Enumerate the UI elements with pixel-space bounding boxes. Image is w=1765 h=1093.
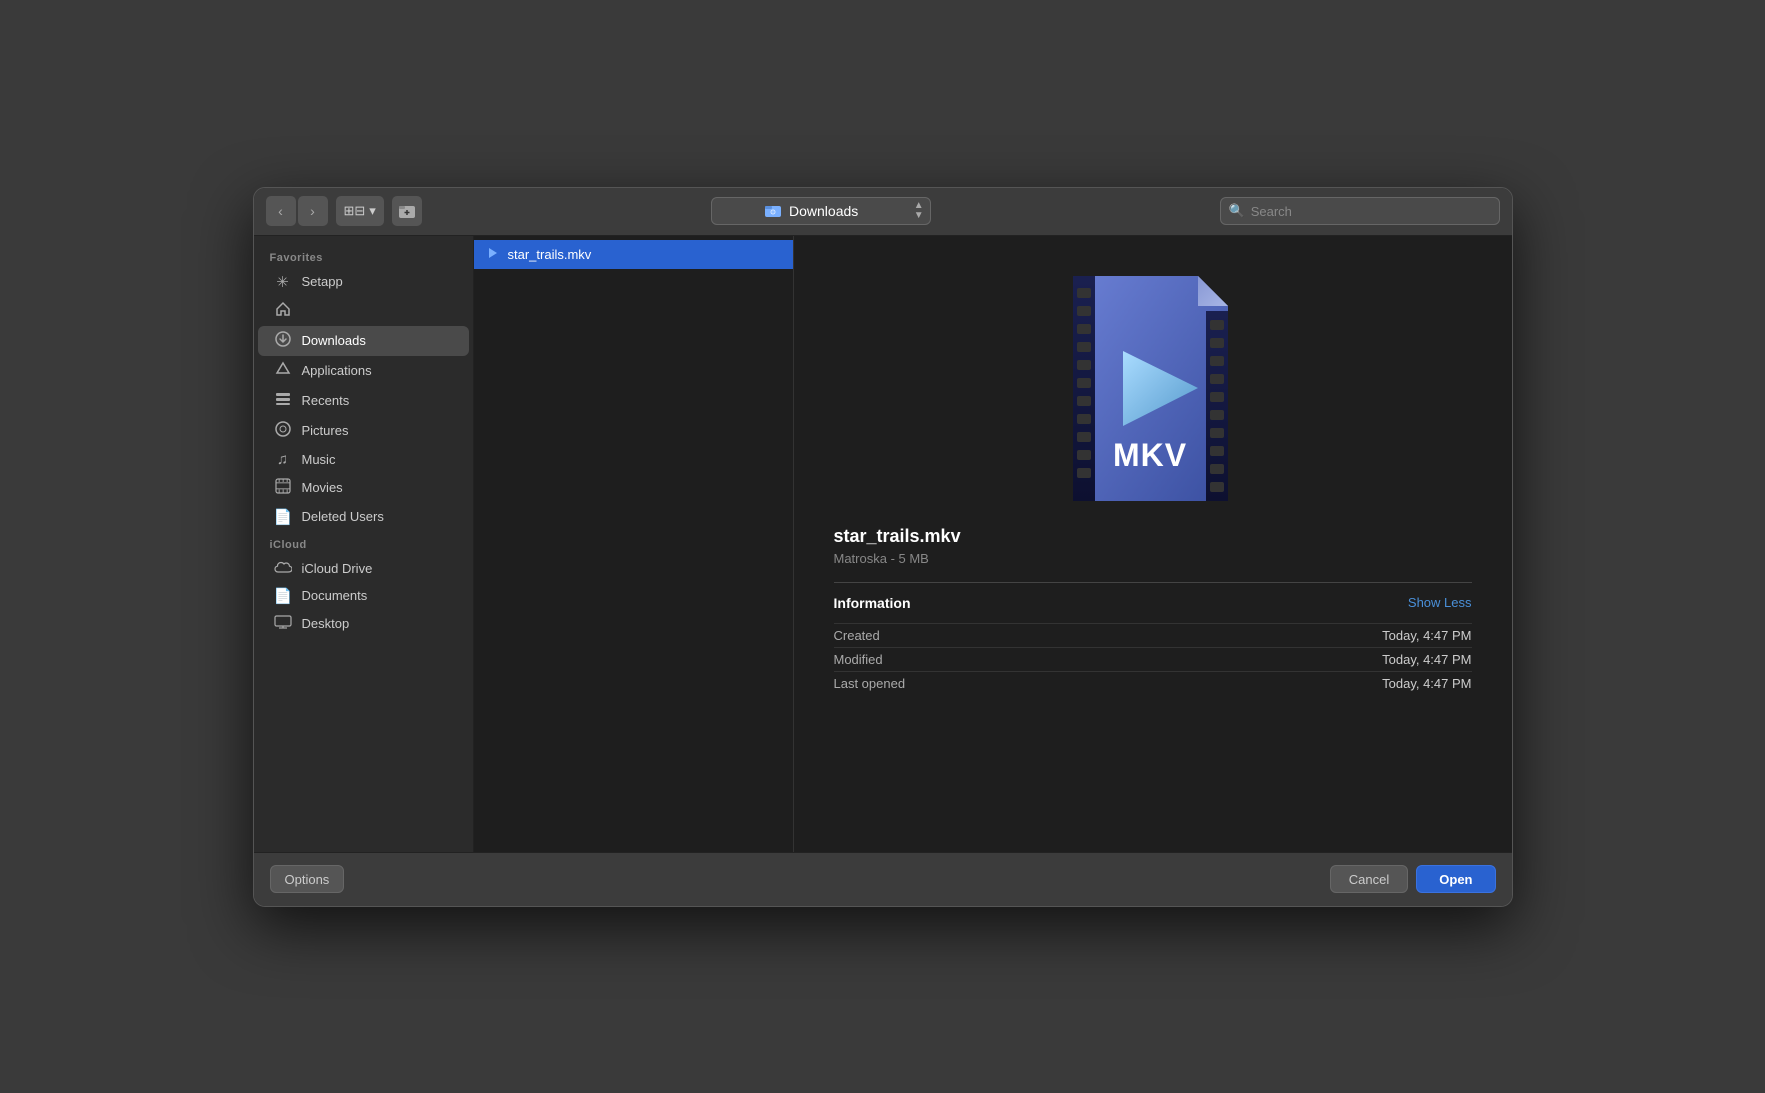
back-button[interactable]: ‹ [266, 196, 296, 226]
sidebar-item-pictures-label: Pictures [302, 423, 349, 438]
location-folder-icon [765, 203, 781, 220]
info-row-created: Created Today, 4:47 PM [834, 623, 1472, 647]
cancel-button[interactable]: Cancel [1330, 865, 1408, 893]
last-opened-label: Last opened [834, 676, 906, 691]
view-button[interactable]: ⊞⊟ ▾ [336, 196, 384, 226]
preview-file-name: star_trails.mkv [834, 526, 1472, 547]
new-folder-button[interactable] [392, 196, 422, 226]
view-icon: ⊞⊟ [344, 203, 366, 219]
info-row-last-opened: Last opened Today, 4:47 PM [834, 671, 1472, 695]
sidebar-item-movies[interactable]: Movies [258, 473, 469, 503]
icloud-drive-icon [274, 560, 292, 577]
file-list: star_trails.mkv [474, 236, 794, 852]
search-input[interactable] [1251, 204, 1491, 219]
sidebar-item-deleted-users-label: Deleted Users [302, 509, 384, 524]
file-mkv-icon [486, 246, 500, 263]
toolbar: ‹ › ⊞⊟ ▾ [254, 188, 1512, 236]
modified-label: Modified [834, 652, 883, 667]
file-item-star-trails[interactable]: star_trails.mkv [474, 240, 793, 269]
file-preview-icon: MKV [1053, 266, 1253, 506]
recents-icon [274, 391, 292, 411]
sidebar-item-downloads[interactable]: Downloads [258, 326, 469, 356]
sidebar-item-applications[interactable]: Applications [258, 356, 469, 386]
search-icon: 🔍 [1229, 203, 1245, 219]
sidebar-item-movies-label: Movies [302, 480, 343, 495]
sidebar: Favorites ✳ Setapp [254, 236, 474, 852]
preview-file-meta: Matroska - 5 MB [834, 551, 1472, 566]
bottom-bar: Options Cancel Open [254, 852, 1512, 906]
documents-icon: 📄 [274, 587, 292, 605]
location-label: Downloads [789, 203, 858, 219]
sidebar-item-applications-label: Applications [302, 363, 372, 378]
preview-panel: MKV star_trails.mkv Matroska - 5 MB Info… [794, 236, 1512, 852]
file-info: star_trails.mkv Matroska - 5 MB Informat… [814, 526, 1492, 695]
sidebar-item-setapp-label: Setapp [302, 274, 343, 289]
last-opened-value: Today, 4:47 PM [1382, 676, 1471, 691]
pictures-icon [274, 421, 292, 441]
setapp-icon: ✳ [274, 273, 292, 291]
main-content: Favorites ✳ Setapp [254, 236, 1512, 852]
sidebar-item-setapp[interactable]: ✳ Setapp [258, 268, 469, 296]
icloud-label: iCloud [254, 531, 473, 555]
created-label: Created [834, 628, 880, 643]
open-button[interactable]: Open [1416, 865, 1495, 893]
info-header: Information Show Less [834, 595, 1472, 611]
action-buttons: Cancel Open [1330, 865, 1496, 893]
open-dialog: ‹ › ⊞⊟ ▾ [253, 187, 1513, 907]
desktop-icon [274, 615, 292, 633]
sidebar-item-downloads-label: Downloads [302, 333, 366, 348]
nav-buttons: ‹ › [266, 196, 328, 226]
created-value: Today, 4:47 PM [1382, 628, 1471, 643]
location-bar: Downloads ▲ ▼ [430, 197, 1212, 225]
modified-value: Today, 4:47 PM [1382, 652, 1471, 667]
sidebar-item-desktop-label: Desktop [302, 616, 350, 631]
file-item-label: star_trails.mkv [508, 247, 592, 262]
svg-text:MKV: MKV [1112, 437, 1186, 473]
downloads-icon [274, 331, 292, 351]
dropdown-arrows: ▲ ▼ [914, 201, 924, 221]
options-button[interactable]: Options [270, 865, 345, 893]
folder-icon [398, 202, 416, 220]
show-less-button[interactable]: Show Less [1408, 595, 1472, 610]
sidebar-item-recents-label: Recents [302, 393, 350, 408]
sidebar-item-documents-label: Documents [302, 588, 368, 603]
sidebar-item-recents[interactable]: Recents [258, 386, 469, 416]
sidebar-item-pictures[interactable]: Pictures [258, 416, 469, 446]
sidebar-item-icloud-drive-label: iCloud Drive [302, 561, 373, 576]
applications-icon [274, 361, 292, 381]
info-divider [834, 582, 1472, 583]
sidebar-item-documents[interactable]: 📄 Documents [258, 582, 469, 610]
location-dropdown[interactable]: Downloads ▲ ▼ [711, 197, 931, 225]
info-title: Information [834, 595, 911, 611]
movies-icon [274, 478, 292, 498]
sidebar-item-home[interactable] [258, 296, 469, 326]
home-icon [274, 301, 292, 321]
info-row-modified: Modified Today, 4:47 PM [834, 647, 1472, 671]
sidebar-item-music-label: Music [302, 452, 336, 467]
sidebar-item-music[interactable]: ♫ Music [258, 446, 469, 473]
favorites-label: Favorites [254, 244, 473, 268]
sidebar-item-desktop[interactable]: Desktop [258, 610, 469, 638]
music-icon: ♫ [274, 451, 292, 468]
forward-button[interactable]: › [298, 196, 328, 226]
sidebar-item-icloud-drive[interactable]: iCloud Drive [258, 555, 469, 582]
view-chevron: ▾ [369, 203, 376, 219]
deleted-users-icon: 📄 [274, 508, 292, 526]
sidebar-item-deleted-users[interactable]: 📄 Deleted Users [258, 503, 469, 531]
search-bar: 🔍 [1220, 197, 1500, 225]
preview-content: MKV star_trails.mkv Matroska - 5 MB Info… [794, 236, 1512, 852]
